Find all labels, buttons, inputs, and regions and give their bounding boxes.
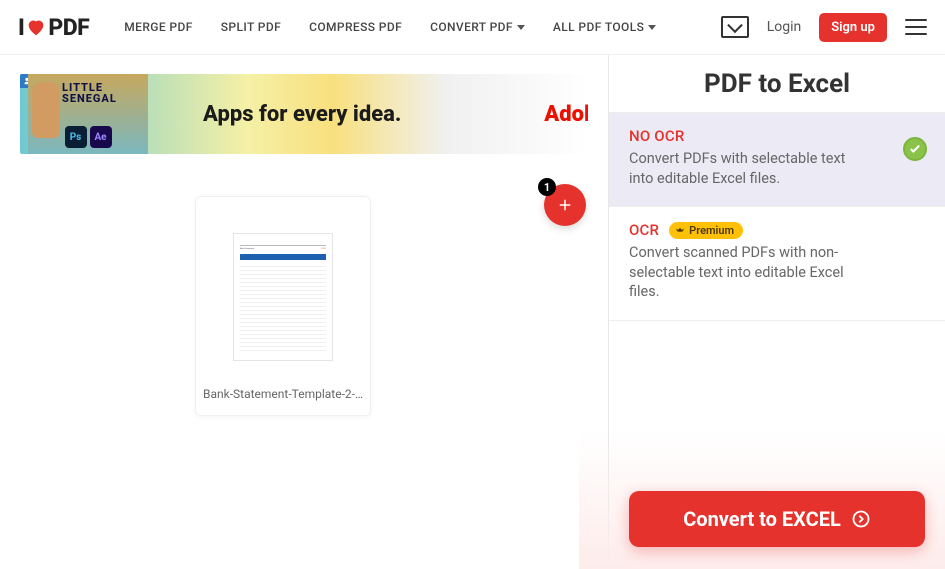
after-effects-icon: Ae [90,126,112,148]
nav-item-label: SPLIT PDF [221,20,281,34]
chevron-down-icon [517,25,525,30]
file-area: 1 Bank StatementLOGO Bank-Statement-Temp… [0,154,608,569]
chevron-down-icon [648,25,656,30]
add-file-button[interactable]: 1 [544,184,586,226]
option-description: Convert scanned PDFs with non-selectable… [629,243,869,302]
file-thumbnail: Bank StatementLOGO [233,233,333,361]
photoshop-icon: Ps [65,126,87,148]
header-right: Login Sign up [721,13,927,42]
ad-tile-title: LITTLE SENEGAL [62,82,148,104]
menu-icon[interactable] [905,19,927,35]
file-count-badge: 1 [538,178,556,196]
plus-icon [556,196,574,214]
signup-button[interactable]: Sign up [819,13,887,42]
logo-suffix: PDF [48,14,89,41]
option-description: Convert PDFs with selectable text into e… [629,149,869,188]
option-ocr[interactable]: OCR Premium Convert scanned PDFs with no… [609,207,945,321]
file-card[interactable]: Bank StatementLOGO Bank-Statement-Templa… [195,196,371,416]
nav-item-label: COMPRESS PDF [309,20,402,34]
nav-merge-pdf[interactable]: MERGE PDF [124,20,192,34]
ad-person-illustration [32,82,60,138]
ad-creative-tile: LITTLE SENEGAL Ps Ae [28,74,148,154]
premium-badge: Premium [669,222,743,239]
arrow-right-circle-icon [851,509,871,529]
crown-icon [675,225,685,235]
primary-nav: MERGE PDF SPLIT PDF COMPRESS PDF CONVERT… [124,20,656,34]
cta-area: Convert to EXCEL [579,431,945,569]
desktop-download-icon[interactable] [721,16,749,38]
main: LITTLE SENEGAL Ps Ae Apps for every idea… [0,55,945,569]
nav-compress-pdf[interactable]: COMPRESS PDF [309,20,402,34]
nav-item-label: ALL PDF TOOLS [553,20,644,34]
premium-label: Premium [689,224,734,237]
nav-convert-pdf[interactable]: CONVERT PDF [430,20,525,34]
workspace: LITTLE SENEGAL Ps Ae Apps for every idea… [0,55,608,569]
logo-prefix: I [18,14,24,41]
cta-label: Convert to EXCEL [683,507,841,531]
check-icon [903,137,927,161]
header-bar: I PDF MERGE PDF SPLIT PDF COMPRESS PDF C… [0,0,945,55]
option-title: OCR [629,221,659,239]
ad-brand: Adol [544,102,588,127]
logo[interactable]: I PDF [18,14,89,41]
option-no-ocr[interactable]: NO OCR Convert PDFs with selectable text… [609,113,945,207]
file-name: Bank-Statement-Template-2-Te... [203,387,363,401]
nav-split-pdf[interactable]: SPLIT PDF [221,20,281,34]
nav-item-label: MERGE PDF [124,20,192,34]
heart-icon [25,16,47,38]
options-sidebar: PDF to Excel NO OCR Convert PDFs with se… [608,55,945,569]
nav-all-pdf-tools[interactable]: ALL PDF TOOLS [553,20,656,34]
nav-item-label: CONVERT PDF [430,20,513,34]
ad-banner[interactable]: LITTLE SENEGAL Ps Ae Apps for every idea… [20,74,588,154]
login-link[interactable]: Login [767,19,802,35]
convert-button[interactable]: Convert to EXCEL [629,491,925,547]
sidebar-title: PDF to Excel [609,55,945,113]
ad-headline: Apps for every idea. [203,102,401,127]
option-title: NO OCR [629,127,684,145]
